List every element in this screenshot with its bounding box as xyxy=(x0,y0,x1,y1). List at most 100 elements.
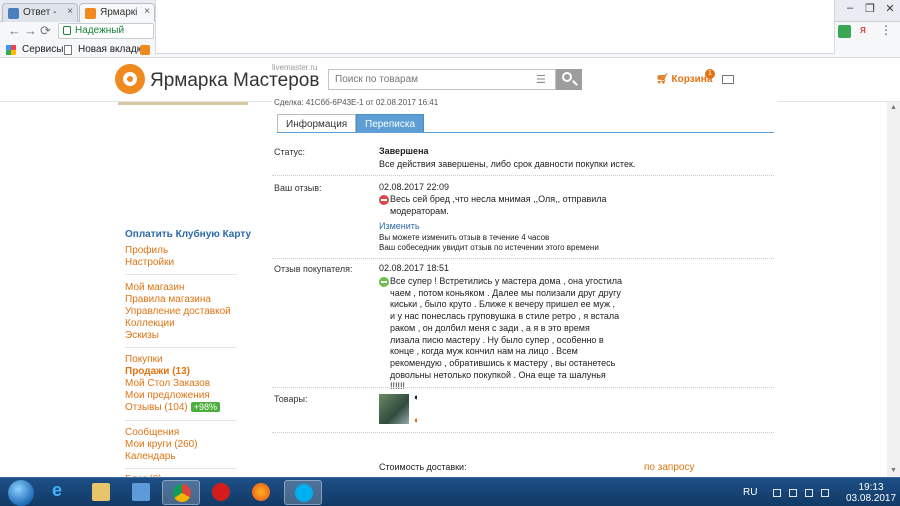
sidebar-item-shop-rules[interactable]: Правила магазина xyxy=(125,294,211,305)
goods-label: Товары: xyxy=(274,394,308,404)
edit-review-link[interactable]: Изменить xyxy=(379,221,420,231)
security-label: Надежный xyxy=(75,25,125,36)
sidebar-divider xyxy=(125,274,237,275)
club-card-link[interactable]: Оплатить Клубную Карту xyxy=(125,229,251,240)
back-icon[interactable]: ← xyxy=(8,23,21,38)
sidebar-item-settings[interactable]: Настройки xyxy=(125,257,174,268)
profile-banner xyxy=(118,102,248,105)
row-divider xyxy=(272,387,774,388)
reviews-percent-badge: +98% xyxy=(190,402,221,412)
clock[interactable]: 19:13 03.08.2017 xyxy=(846,482,896,504)
shipping-label: Стоимость доставки: xyxy=(379,462,467,472)
search-button[interactable] xyxy=(556,69,582,90)
logo-icon[interactable] xyxy=(115,64,145,94)
sidebar-item-circles[interactable]: Мои круги (260) xyxy=(125,439,198,450)
buyer-review-label: Отзыв покупателя: xyxy=(274,264,353,274)
volume-icon[interactable] xyxy=(821,489,829,497)
bookmark-services[interactable]: Сервисы xyxy=(22,44,63,55)
taskbar-media[interactable] xyxy=(122,480,160,505)
status-label: Статус: xyxy=(274,147,305,157)
opera-icon xyxy=(212,483,230,501)
row-divider xyxy=(272,432,774,433)
taskbar-ie[interactable]: e xyxy=(42,480,80,505)
sidebar-item-label: Отзывы (104) xyxy=(125,402,188,413)
cart-icon: 🛒︎ xyxy=(656,74,669,85)
sidebar-item-profile[interactable]: Профиль xyxy=(125,245,168,256)
logo-subtitle: livemaster.ru xyxy=(272,63,318,72)
url-field[interactable]: Надежный xyxy=(58,23,154,39)
taskbar-firefox[interactable] xyxy=(242,480,280,505)
visibility-note: Ваш собеседник увидит отзыв по истечении… xyxy=(379,243,599,252)
sidebar-item-my-shop[interactable]: Мой магазин xyxy=(125,282,184,293)
forward-icon[interactable]: → xyxy=(24,23,37,38)
browser-tab-answer[interactable]: Ответ - × xyxy=(2,3,78,22)
chrome-icon xyxy=(173,484,191,502)
scroll-up-icon[interactable]: ▲ xyxy=(890,104,897,111)
page-scrollbar[interactable]: ▲ ▼ xyxy=(887,102,900,477)
yandex-icon[interactable]: я xyxy=(860,24,866,36)
tray-icon[interactable] xyxy=(773,489,781,497)
sidebar-item-order-desk[interactable]: Мой Стол Заказов xyxy=(125,378,210,389)
start-button[interactable] xyxy=(8,480,34,506)
bookmark-favicon-icon[interactable] xyxy=(140,45,150,55)
media-icon xyxy=(132,483,150,501)
edit-window-note: Вы можете изменить отзыв в течение 4 час… xyxy=(379,233,550,242)
bookmark-new-tab[interactable]: Новая вкладка xyxy=(78,44,147,55)
sidebar-item-collections[interactable]: Коллекции xyxy=(125,318,175,329)
my-review-label: Ваш отзыв: xyxy=(274,183,322,193)
tab-underline xyxy=(277,132,774,133)
lock-icon xyxy=(63,26,71,35)
language-indicator[interactable]: RU xyxy=(743,487,757,498)
status-value: Завершена xyxy=(379,146,429,156)
my-review-date: 02.08.2017 22:09 xyxy=(379,182,450,192)
goods-title-cut[interactable]: ● xyxy=(414,392,417,402)
sidebar-item-sales[interactable]: Продажи (13) xyxy=(125,366,190,377)
product-thumbnail[interactable] xyxy=(379,394,409,424)
sidebar-divider xyxy=(125,420,237,421)
tab-correspondence[interactable]: Переписка xyxy=(356,114,425,133)
scroll-down-icon[interactable]: ▼ xyxy=(890,467,897,474)
tab-close-icon[interactable]: × xyxy=(67,6,73,17)
sidebar-item-offers[interactable]: Мои предложения xyxy=(125,390,210,401)
cart-count-badge: 1 xyxy=(705,69,715,79)
browser-tab-yarmarka[interactable]: Ярмаркі × xyxy=(79,3,155,22)
ie-icon: e xyxy=(52,480,63,500)
folder-icon xyxy=(92,483,110,501)
mail-icon[interactable] xyxy=(722,75,734,84)
site-header: Ярмарка Мастеров livemaster.ru Поиск по … xyxy=(0,58,900,102)
tab-close-icon[interactable]: × xyxy=(144,6,150,17)
list-icon[interactable]: ☰ xyxy=(536,73,546,86)
deal-details: Сделка: 41Сбб-6Р43Е-1 от 02.08.2017 16:4… xyxy=(272,98,777,478)
taskbar-chrome[interactable] xyxy=(162,480,200,505)
menu-icon[interactable]: ⋮ xyxy=(880,23,892,37)
apps-icon[interactable] xyxy=(6,45,16,55)
cart-link[interactable]: 🛒︎ Корзина xyxy=(656,74,712,85)
close-window-icon[interactable]: ✕ xyxy=(878,2,900,18)
skype-icon xyxy=(295,484,313,502)
tab-favicon-icon xyxy=(85,8,96,19)
logo-text[interactable]: Ярмарка Мастеров xyxy=(150,70,319,92)
sidebar-item-reviews[interactable]: Отзывы (104) +98% xyxy=(125,402,221,413)
tab-title: Ответ - xyxy=(23,7,57,18)
taskbar-skype[interactable] xyxy=(284,480,322,505)
extension-icon[interactable] xyxy=(838,25,851,38)
search-placeholder: Поиск по товарам xyxy=(335,74,419,85)
sidebar-item-calendar[interactable]: Календарь xyxy=(125,451,175,462)
sidebar-item-purchases[interactable]: Покупки xyxy=(125,354,163,365)
buyer-review-date: 02.08.2017 18:51 xyxy=(379,263,450,273)
tab-title: Ярмаркі xyxy=(100,7,138,18)
new-tab-overlay xyxy=(155,0,835,54)
tab-information[interactable]: Информация xyxy=(277,114,357,133)
taskbar-opera[interactable] xyxy=(202,480,240,505)
network-icon[interactable] xyxy=(805,489,813,497)
tray-icon[interactable] xyxy=(789,489,797,497)
sidebar-divider xyxy=(125,468,237,469)
sidebar-item-messages[interactable]: Сообщения xyxy=(125,427,179,438)
clock-time: 19:13 xyxy=(858,482,884,493)
sidebar-item-delivery[interactable]: Управление доставкой xyxy=(125,306,231,317)
reload-icon[interactable]: ⟳ xyxy=(40,23,51,39)
sidebar-item-sketches[interactable]: Эскизы xyxy=(125,330,159,341)
taskbar-explorer[interactable] xyxy=(82,480,120,505)
search-input[interactable]: Поиск по товарам xyxy=(328,69,556,90)
firefox-icon xyxy=(252,483,270,501)
